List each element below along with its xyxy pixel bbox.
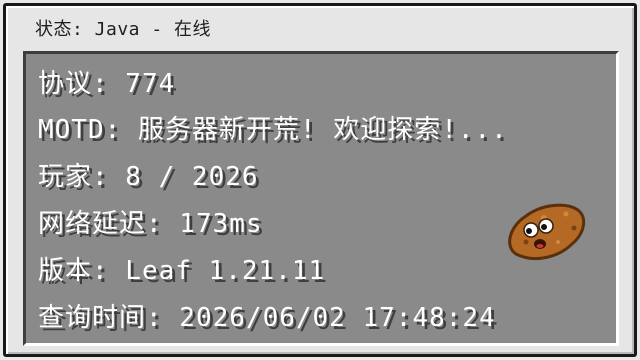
query-time-line: 查询时间: 2026/06/02 17:48:24: [38, 303, 496, 333]
latency-line: 网络延迟: 173ms: [38, 209, 263, 239]
players-line: 玩家: 8 / 2026: [38, 162, 259, 192]
protocol-line: 协议: 774: [38, 69, 176, 99]
window-title: 状态: Java - 在线: [35, 19, 212, 40]
server-info-panel: 协议: 774 MOTD: 服务器新开荒! 欢迎探索!... 玩家: 8 / 2…: [23, 51, 619, 346]
version-line: 版本: Leaf 1.21.11: [38, 256, 326, 286]
motd-line: MOTD: 服务器新开荒! 欢迎探索!...: [38, 115, 508, 145]
potato-icon: [504, 198, 588, 268]
status-window: 状态: Java - 在线 协议: 774 MOTD: 服务器新开荒! 欢迎探索…: [3, 3, 637, 357]
